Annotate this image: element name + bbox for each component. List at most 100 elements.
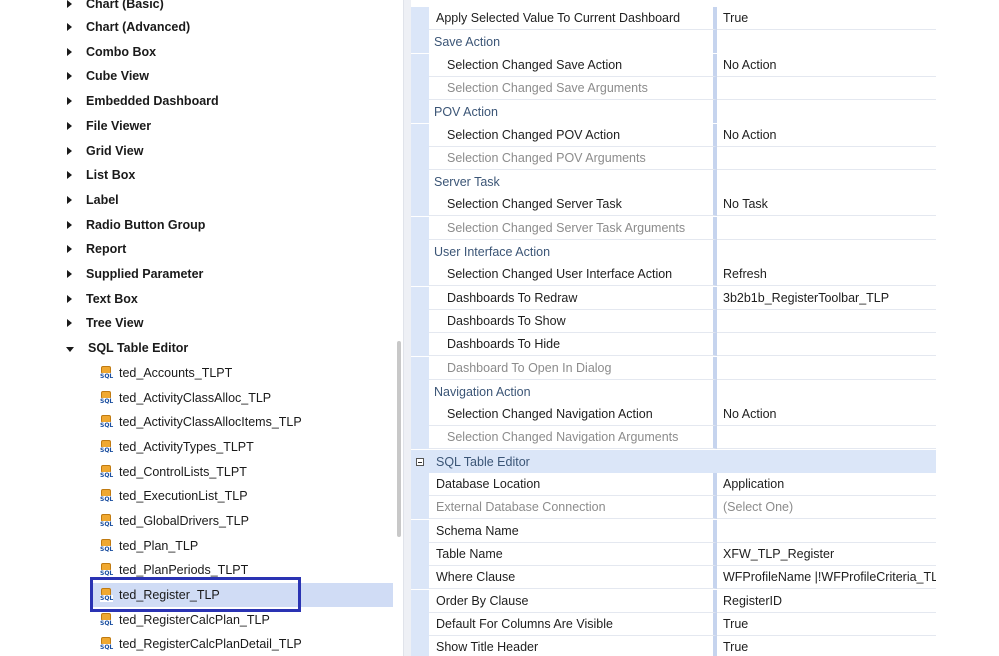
property-name: POV Action xyxy=(429,100,717,123)
collapsed-arrow-icon[interactable] xyxy=(67,196,72,204)
tree-category-combo-box[interactable]: Combo Box xyxy=(36,40,156,64)
property-grid[interactable]: Apply Selected Value To Current Dashboar… xyxy=(411,0,936,656)
tree-category-grid-view[interactable]: Grid View xyxy=(36,139,143,163)
property-row[interactable]: Default For Columns Are Visible True xyxy=(411,613,936,636)
tree-item[interactable]: SQL ted_ControlLists_TLPT xyxy=(100,460,247,484)
property-row[interactable]: Apply Selected Value To Current Dashboar… xyxy=(411,7,936,30)
collapsed-arrow-icon[interactable] xyxy=(67,147,72,155)
sql-icon-text: SQL xyxy=(100,644,114,651)
property-value[interactable] xyxy=(717,310,936,333)
property-value[interactable]: No Action xyxy=(717,54,936,77)
property-row[interactable]: Dashboards To Redraw 3b2b1b_RegisterToolb… xyxy=(411,287,936,310)
tree-item[interactable]: SQL ted_Accounts_TLPT xyxy=(100,361,232,385)
property-row[interactable]: Selection Changed Server Task No Task xyxy=(411,193,936,216)
tree-category-list-box[interactable]: List Box xyxy=(36,163,135,187)
property-value[interactable]: True xyxy=(717,636,936,656)
property-value[interactable]: 3b2b1b_RegisterToolbar_TLP xyxy=(717,287,936,310)
tree-item-label: ted_Accounts_TLPT xyxy=(119,366,233,380)
tree-scrollbar-thumb[interactable] xyxy=(397,341,401,537)
property-value[interactable]: WFProfileName |!WFProfileCriteria_TLF xyxy=(717,566,936,589)
property-name: SQL Table Editor xyxy=(436,454,530,469)
tree-item-label: ted_ActivityClassAlloc_TLP xyxy=(119,391,272,405)
collapsed-arrow-icon[interactable] xyxy=(67,270,72,278)
property-category[interactable]: SQL Table Editor xyxy=(411,450,936,473)
property-value[interactable]: True xyxy=(717,613,936,636)
property-row[interactable]: Where Clause WFProfileName |!WFProfileCri… xyxy=(411,566,936,589)
property-value[interactable] xyxy=(717,217,936,240)
tree-item[interactable]: SQL ted_ActivityClassAlloc_TLP xyxy=(100,386,271,410)
property-row[interactable]: Table Name XFW_TLP_Register xyxy=(411,543,936,566)
property-name: Apply Selected Value To Current Dashboar… xyxy=(429,7,717,30)
collapsed-arrow-icon[interactable] xyxy=(67,122,72,130)
property-row[interactable]: Dashboards To Hide xyxy=(411,333,936,356)
tree-item[interactable]: SQL ted_ExecutionList_TLP xyxy=(100,484,248,508)
property-name: Selection Changed Navigation Arguments xyxy=(429,426,717,449)
tree-item[interactable]: SQL ted_RegisterCalcPlanDetail_TLP xyxy=(100,632,302,656)
collapsed-arrow-icon[interactable] xyxy=(67,221,72,229)
sql-table-icon: SQL xyxy=(100,366,114,380)
tree-category-cube-view[interactable]: Cube View xyxy=(36,64,149,88)
tree-category-file-viewer[interactable]: File Viewer xyxy=(36,114,151,138)
property-row[interactable]: Selection Changed User Interface Action R… xyxy=(411,263,936,286)
collapse-icon[interactable] xyxy=(416,457,424,466)
property-row[interactable]: Order By Clause RegisterID xyxy=(411,590,936,613)
property-value[interactable] xyxy=(717,520,936,543)
tree-item[interactable]: SQL ted_Plan_TLP xyxy=(100,534,198,558)
tree-item[interactable]: SQL ted_GlobalDrivers_TLP xyxy=(100,509,249,533)
property-row[interactable]: Selection Changed Navigation Action No Ac… xyxy=(411,403,936,426)
collapsed-arrow-icon[interactable] xyxy=(67,97,72,105)
property-value[interactable]: No Action xyxy=(717,403,936,426)
component-tree[interactable]: Chart (Basic) Chart (Advanced) Combo Box Cu… xyxy=(36,0,402,656)
property-value[interactable]: Application xyxy=(717,473,936,496)
property-value[interactable] xyxy=(717,147,936,170)
property-value[interactable] xyxy=(717,333,936,356)
property-value[interactable] xyxy=(717,357,936,380)
property-value[interactable]: XFW_TLP_Register xyxy=(717,543,936,566)
expanded-arrow-icon[interactable] xyxy=(66,346,74,352)
tree-item-label: ted_RegisterCalcPlanDetail_TLP xyxy=(119,637,302,651)
tree-category-text-box[interactable]: Text Box xyxy=(36,287,138,311)
tree-category-chart-basic[interactable]: Chart (Basic) xyxy=(36,0,164,16)
property-row[interactable]: Schema Name xyxy=(411,520,936,543)
tree-category-chart-advanced[interactable]: Chart (Advanced) xyxy=(36,15,190,39)
collapsed-arrow-icon[interactable] xyxy=(67,48,72,56)
property-row[interactable]: Selection Changed Navigation Arguments xyxy=(411,426,936,449)
tree-category-label[interactable]: Label xyxy=(36,188,119,212)
property-value[interactable] xyxy=(717,77,936,100)
tree-item[interactable]: SQL ted_ActivityClassAllocItems_TLP xyxy=(100,410,302,434)
property-row[interactable]: Dashboard To Open In Dialog xyxy=(411,357,936,380)
property-row[interactable]: Selection Changed Save Action No Action xyxy=(411,54,936,77)
tree-item[interactable]: SQL ted_ActivityTypes_TLPT xyxy=(100,435,254,459)
collapsed-arrow-icon[interactable] xyxy=(67,0,72,8)
collapsed-arrow-icon[interactable] xyxy=(67,295,72,303)
property-row[interactable]: Selection Changed POV Arguments xyxy=(411,147,936,170)
property-gutter xyxy=(411,357,429,380)
property-value[interactable] xyxy=(717,426,936,449)
property-row[interactable]: Database Location Application xyxy=(411,473,936,496)
property-value[interactable]: Refresh xyxy=(717,263,936,286)
tree-category-report[interactable]: Report xyxy=(36,237,126,261)
tree-category-supplied-parameter[interactable]: Supplied Parameter xyxy=(36,262,203,286)
tree-scrollbar[interactable] xyxy=(395,0,403,656)
tree-category-radio-button-group[interactable]: Radio Button Group xyxy=(36,213,205,237)
tree-category-sql-table-editor[interactable]: SQL Table Editor xyxy=(36,336,188,360)
collapsed-arrow-icon[interactable] xyxy=(67,23,72,31)
collapsed-arrow-icon[interactable] xyxy=(67,319,72,327)
property-value[interactable]: (Select One) xyxy=(717,496,936,519)
property-row[interactable]: Show Title Header True xyxy=(411,636,936,656)
tree-category-tree-view[interactable]: Tree View xyxy=(36,311,143,335)
property-value[interactable]: No Action xyxy=(717,124,936,147)
property-value[interactable]: RegisterID xyxy=(717,590,936,613)
collapsed-arrow-icon[interactable] xyxy=(67,245,72,253)
tree-category-embedded-dashboard[interactable]: Embedded Dashboard xyxy=(36,89,219,113)
property-row[interactable]: Selection Changed Save Arguments xyxy=(411,77,936,100)
property-value[interactable]: No Task xyxy=(717,193,936,216)
property-row[interactable]: External Database Connection (Select One) xyxy=(411,496,936,519)
property-gutter xyxy=(411,7,429,30)
collapsed-arrow-icon[interactable] xyxy=(67,72,72,80)
property-value[interactable]: True xyxy=(717,7,936,30)
property-row[interactable]: Selection Changed Server Task Arguments xyxy=(411,217,936,240)
property-row[interactable]: Dashboards To Show xyxy=(411,310,936,333)
property-row[interactable]: Selection Changed POV Action No Action xyxy=(411,124,936,147)
collapsed-arrow-icon[interactable] xyxy=(67,171,72,179)
